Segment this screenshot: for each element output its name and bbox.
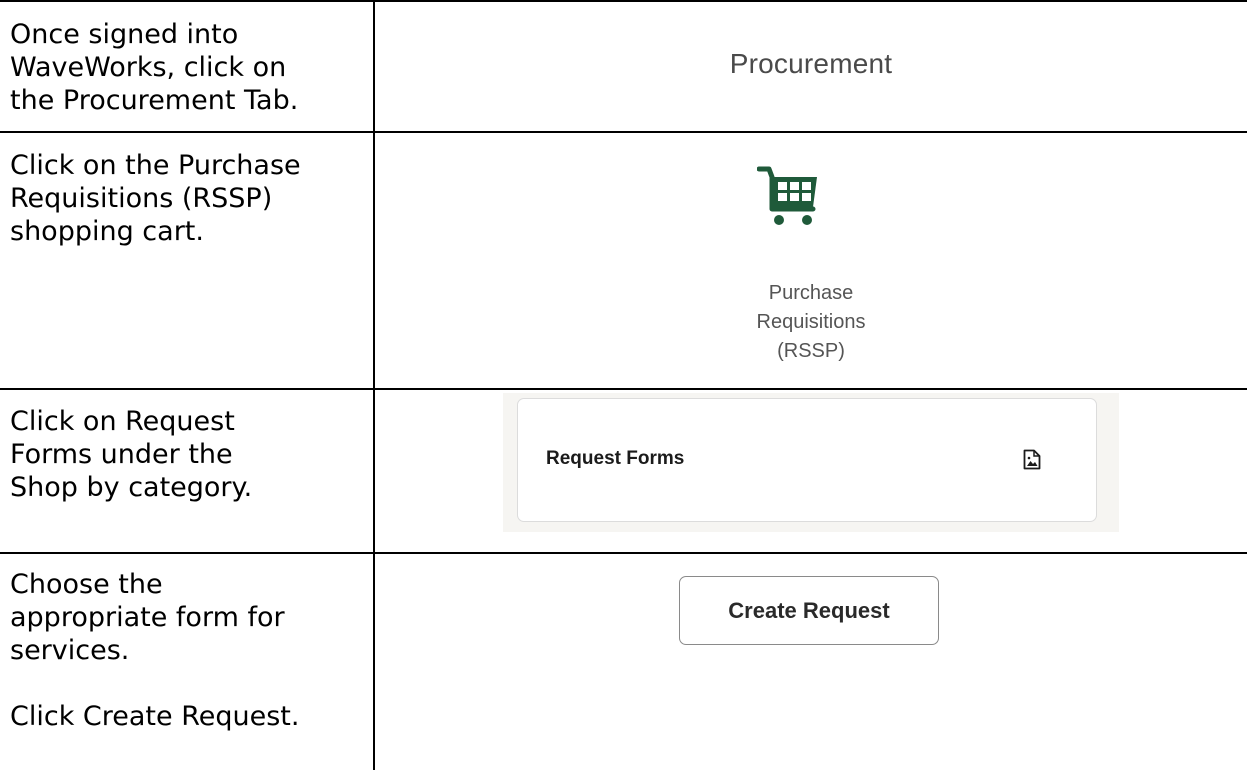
request-forms-card[interactable]: Request Forms — [517, 398, 1097, 522]
shopping-cart-icon[interactable] — [757, 163, 821, 227]
cart-label-line: Purchase — [768, 282, 854, 304]
request-forms-title: Request Forms — [546, 448, 685, 469]
step-4-instruction: Choose the appropriate form for services… — [10, 569, 300, 732]
document-image-icon — [1023, 449, 1041, 470]
step-2-screenshot: Purchase Requisitions (RSSP) — [375, 133, 1247, 388]
step-4-screenshot: Create Request — [375, 554, 1247, 770]
step-1-screenshot: Procurement — [375, 2, 1247, 131]
purchase-requisitions-label[interactable]: Purchase Requisitions (RSSP) — [375, 279, 1247, 366]
create-request-button[interactable]: Create Request — [679, 576, 939, 645]
step-1-instruction: Once signed into WaveWorks, click on the… — [10, 19, 299, 116]
request-forms-panel: Request Forms — [503, 393, 1119, 532]
step-3-instruction: Click on Request Forms under the Shop by… — [10, 406, 253, 503]
step-3-screenshot: Request Forms — [375, 390, 1247, 552]
cart-label-line: (RSSP) — [777, 340, 845, 362]
instruction-table: Once signed into WaveWorks, click on the… — [0, 0, 1247, 770]
procurement-tab[interactable]: Procurement — [375, 48, 1247, 80]
cart-label-line: Requisitions — [756, 311, 866, 333]
step-2-instruction: Click on the Purchase Requisitions (RSSP… — [10, 150, 301, 247]
